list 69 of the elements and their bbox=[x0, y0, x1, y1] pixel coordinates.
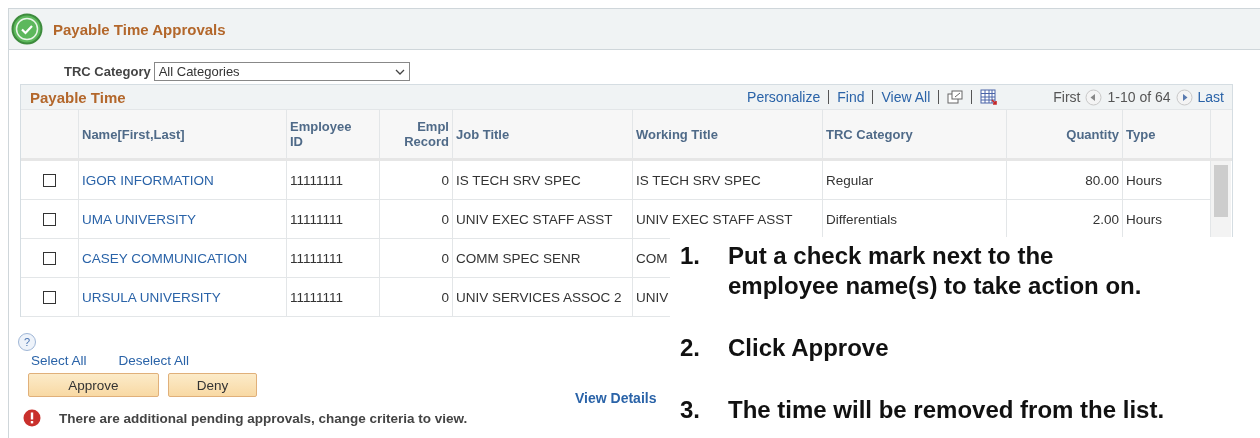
scrollbar-thumb[interactable] bbox=[1214, 165, 1228, 217]
step-number: 2. bbox=[680, 333, 701, 363]
employee-link[interactable]: IGOR INFORMATION bbox=[82, 172, 214, 188]
step-text: Click Approve bbox=[728, 333, 890, 363]
toolbar-link[interactable]: Find bbox=[837, 89, 865, 105]
help-icon[interactable]: ? bbox=[18, 333, 36, 351]
column-header[interactable]: Type bbox=[1126, 126, 1156, 142]
approve-button[interactable]: Approve bbox=[28, 373, 159, 397]
toolbar-link[interactable]: View All bbox=[881, 89, 931, 105]
table-cell: Regular bbox=[826, 172, 874, 188]
row-checkbox[interactable] bbox=[43, 290, 56, 304]
table-cell: UNIV EXEC STAFF ASST bbox=[636, 211, 793, 227]
table-cell: Hours bbox=[1126, 211, 1162, 227]
table-cell: 0 bbox=[441, 250, 449, 266]
grid-title: Payable Time bbox=[30, 88, 126, 106]
step-number: 3. bbox=[680, 395, 701, 425]
scrollbar-track[interactable] bbox=[1211, 161, 1231, 238]
table-cell: UNIV SERVICES ASSOC 2 bbox=[456, 289, 622, 305]
table-cell: IS TECH SRV SPEC bbox=[636, 172, 761, 188]
table-cell: 11111111 bbox=[290, 211, 344, 227]
table-cell: Hours bbox=[1126, 172, 1162, 188]
step-number: 1. bbox=[680, 241, 701, 271]
table-cell: Differentials bbox=[826, 211, 898, 227]
table-cell: 11111111 bbox=[290, 250, 344, 266]
column-header[interactable]: Employee ID bbox=[290, 119, 358, 149]
row-checkbox[interactable] bbox=[43, 251, 56, 265]
table-cell: 11111111 bbox=[290, 172, 344, 188]
table-cell: 0 bbox=[441, 172, 449, 188]
warning-message: There are additional pending approvals, change criteria to view. bbox=[59, 410, 468, 426]
table-cell: 0 bbox=[441, 211, 449, 227]
pager-first: First bbox=[1053, 89, 1081, 105]
step-text: Put a check mark next to the employee name(s) to take action on. bbox=[728, 241, 1143, 301]
column-header[interactable]: Name[First,Last] bbox=[82, 126, 185, 142]
employee-link[interactable]: CASEY COMMUNICATION bbox=[82, 250, 248, 266]
column-header[interactable]: Job Title bbox=[456, 126, 510, 142]
table-cell: COMM SPEC SENR bbox=[456, 250, 581, 266]
step-text: The time will be removed from the list. bbox=[728, 395, 1165, 425]
column-header[interactable]: Quantity bbox=[1066, 126, 1119, 142]
row-checkbox[interactable] bbox=[43, 212, 56, 226]
table-cell: UNIV bbox=[636, 289, 669, 305]
deny-button[interactable]: Deny bbox=[168, 373, 257, 397]
column-header[interactable]: Working Title bbox=[636, 126, 718, 142]
table-cell: 11111111 bbox=[290, 289, 344, 305]
employee-link[interactable]: URSULA UNIVERSITY bbox=[82, 289, 221, 305]
row-checkbox[interactable] bbox=[43, 173, 56, 187]
category-dropdown[interactable]: All Categories bbox=[153, 62, 410, 81]
previous-icon[interactable] bbox=[1085, 88, 1103, 106]
new-window-icon[interactable] bbox=[947, 90, 964, 104]
chevron-down-icon bbox=[394, 68, 405, 75]
employee-link[interactable]: UMA UNIVERSITY bbox=[82, 211, 197, 227]
pager-range: 1-10 of 64 bbox=[1107, 89, 1171, 105]
page-title: Payable Time Approvals bbox=[53, 20, 226, 38]
error-icon bbox=[23, 409, 41, 427]
table-cell: 0 bbox=[441, 289, 449, 305]
next-icon[interactable] bbox=[1175, 88, 1193, 106]
deselect-all-link[interactable]: Deselect All bbox=[118, 353, 190, 368]
field-label: TRC Category bbox=[64, 64, 151, 79]
table-cell: 80.00 bbox=[1085, 172, 1119, 188]
table-cell: IS TECH SRV SPEC bbox=[456, 172, 581, 188]
toolbar-link[interactable]: Personalize bbox=[747, 89, 821, 105]
spreadsheet-icon[interactable] bbox=[980, 88, 999, 106]
column-header[interactable]: TRC Category bbox=[826, 126, 913, 142]
table-cell: UNIV EXEC STAFF ASST bbox=[456, 211, 613, 227]
pager-last[interactable]: Last bbox=[1197, 89, 1224, 105]
select-all-link[interactable]: Select All bbox=[31, 353, 87, 368]
table-cell: COM bbox=[636, 250, 668, 266]
column-header[interactable]: Empl Record bbox=[383, 119, 449, 149]
view-details-link[interactable]: View Details bbox=[575, 390, 657, 406]
table-cell: 2.00 bbox=[1092, 211, 1119, 227]
